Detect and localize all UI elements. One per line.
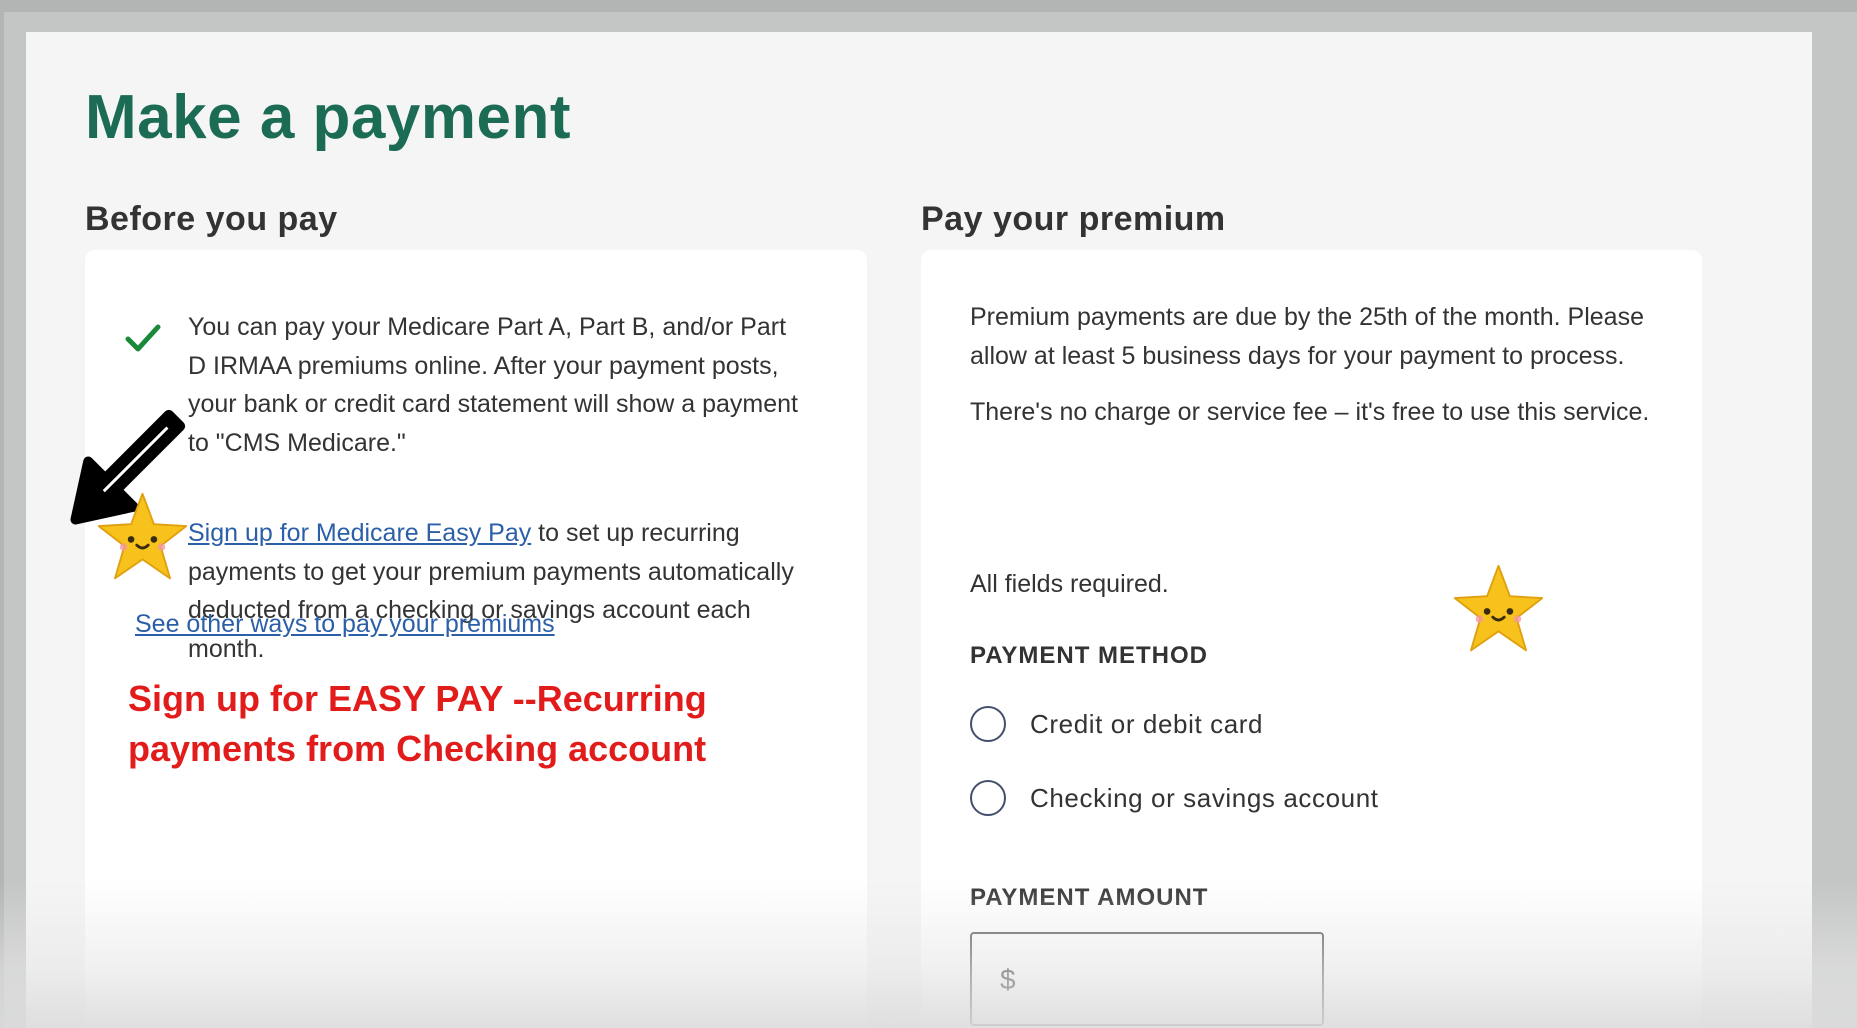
required-fields-note: All fields required. (970, 570, 1169, 598)
checkmark-icon (125, 324, 161, 352)
radio-label[interactable]: Checking or savings account (1030, 783, 1379, 814)
radio-option-credit-card[interactable]: Credit or debit card (970, 706, 1263, 742)
easy-pay-link[interactable]: Sign up for Medicare Easy Pay (188, 519, 531, 547)
easy-pay-paragraph: Sign up for Medicare Easy Pay to set up … (188, 514, 808, 668)
other-ways-to-pay-link[interactable]: See other ways to pay your premiums (135, 610, 555, 639)
radio-option-checking-account[interactable]: Checking or savings account (970, 780, 1379, 816)
pay-your-premium-heading: Pay your premium (921, 200, 1226, 238)
payment-method-label: PAYMENT METHOD (970, 642, 1209, 669)
before-you-pay-card: You can pay your Medicare Part A, Part B… (70, 250, 867, 1028)
payment-info-text: You can pay your Medicare Part A, Part B… (188, 313, 798, 457)
star-face-icon (97, 492, 188, 580)
radio-label[interactable]: Credit or debit card (1030, 709, 1263, 740)
pay-your-premium-card: Premium payments are due by the 25th of … (921, 250, 1702, 1028)
radio-button[interactable] (970, 706, 1006, 742)
radio-button[interactable] (970, 780, 1006, 816)
payment-amount-input[interactable]: $ (970, 932, 1324, 1026)
page-title: Make a payment (85, 83, 571, 152)
due-date-text: Premium payments are due by the 25th of … (970, 303, 1644, 370)
star-face-icon (1453, 564, 1544, 652)
annotation-line-1: Sign up for EASY PAY --Recurring (128, 678, 707, 719)
before-you-pay-heading: Before you pay (85, 200, 338, 238)
payment-amount-label: PAYMENT AMOUNT (970, 884, 1209, 911)
premium-info: Premium payments are due by the 25th of … (970, 298, 1670, 450)
no-fee-text: There's no charge or service fee – it's … (970, 398, 1650, 426)
easy-pay-annotation: Sign up for EASY PAY --Recurring payment… (128, 674, 768, 774)
annotation-line-2: payments from Checking account (128, 728, 707, 769)
payment-page: Make a payment Before you pay Pay your p… (26, 32, 1812, 1028)
dollar-prefix: $ (1000, 964, 1016, 995)
